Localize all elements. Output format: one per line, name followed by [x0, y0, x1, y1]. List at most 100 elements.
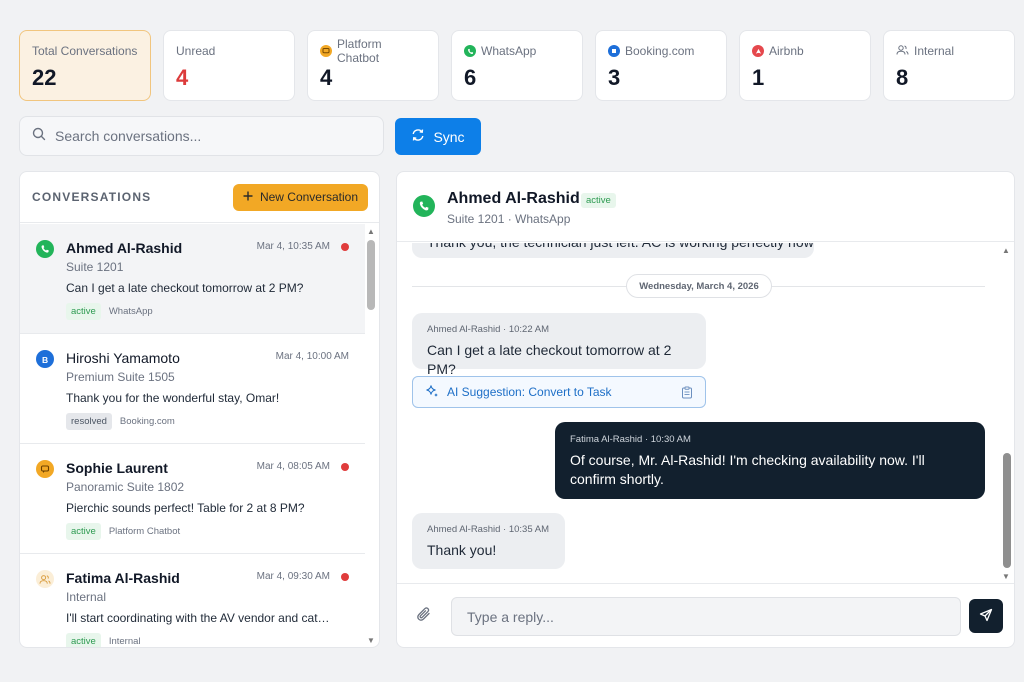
- message-text: Of course, Mr. Al-Rashid! I'm checking a…: [570, 452, 925, 487]
- search-icon: [32, 127, 46, 146]
- plus-icon: [243, 190, 253, 204]
- message-bubble: Ahmed Al-Rashid · 10:22 AM Can I get a l…: [412, 313, 706, 377]
- message-meta: Fatima Al-Rashid · 10:30 AM: [570, 434, 691, 445]
- conversation-time: Mar 4, 08:05 AM: [256, 461, 330, 472]
- status-badge: active: [66, 303, 101, 320]
- stat-card-unread[interactable]: Unread 4: [163, 30, 295, 101]
- whatsapp-icon: [36, 240, 54, 258]
- message-thread: Thank you, the technician just left. AC …: [397, 243, 1001, 583]
- message-text: Can I get a late checkout tomorrow at 2 …: [427, 342, 672, 377]
- conversation-unit: Premium Suite 1505: [66, 370, 175, 384]
- conversation-unit: Suite 1201: [66, 260, 124, 274]
- stat-card-airbnb[interactable]: Airbnb 1: [739, 30, 871, 101]
- stat-value: 4: [320, 65, 333, 90]
- scrollbar-thumb[interactable]: [1003, 453, 1011, 568]
- whatsapp-icon: [464, 45, 476, 57]
- ai-suggestion-button[interactable]: AI Suggestion: Convert to Task: [412, 376, 706, 408]
- chatbot-icon: [36, 460, 54, 478]
- sync-label: Sync: [433, 128, 465, 145]
- scrollbar-thumb[interactable]: [367, 240, 375, 310]
- stat-value: 6: [464, 65, 477, 90]
- chatbot-icon: [320, 45, 332, 57]
- stat-card-platform-chatbot[interactable]: Platform Chatbot 4: [307, 30, 439, 101]
- paperclip-icon[interactable]: [416, 606, 432, 627]
- new-conversation-label: New Conversation: [259, 190, 358, 204]
- scroll-up-icon[interactable]: ▲: [1002, 246, 1010, 255]
- internal-users-icon: [36, 570, 54, 588]
- stat-label: Platform Chatbot: [337, 37, 382, 65]
- sync-button[interactable]: Sync: [395, 118, 481, 155]
- stat-value: 3: [608, 65, 621, 90]
- ai-suggestion-label: AI Suggestion: Convert to Task: [447, 385, 612, 399]
- conversation-preview: I'll start coordinating with the AV vend…: [66, 611, 336, 625]
- chat-subtitle: Suite 1201 · WhatsApp: [447, 212, 571, 226]
- unread-dot: [341, 243, 349, 251]
- conversations-header: CONVERSATIONS New Conversation: [20, 172, 379, 223]
- sync-icon: [411, 128, 425, 145]
- clipboard-icon[interactable]: [681, 386, 693, 402]
- message-bubble-outgoing: Fatima Al-Rashid · 10:30 AM Of course, M…: [555, 422, 985, 499]
- conversation-item[interactable]: Fatima Al-Rashid Mar 4, 09:30 AM Interna…: [20, 554, 365, 647]
- send-icon: [979, 608, 993, 625]
- conversation-preview: Thank you for the wonderful stay, Omar!: [66, 391, 280, 405]
- conversation-time: Mar 4, 09:30 AM: [256, 571, 330, 582]
- reply-input[interactable]: [451, 597, 961, 636]
- status-badge: active: [66, 633, 101, 647]
- chat-panel: Ahmed Al-Rashid active Suite 1201 · What…: [396, 171, 1015, 648]
- message-meta: Ahmed Al-Rashid · 10:35 AM: [427, 524, 549, 535]
- reply-composer: [397, 583, 1014, 647]
- stat-card-internal[interactable]: Internal 8: [883, 30, 1015, 101]
- stat-label: Total Conversations: [32, 44, 138, 58]
- stat-label: Internal: [914, 44, 955, 58]
- stat-value: 8: [896, 65, 909, 90]
- status-badge: resolved: [66, 413, 112, 430]
- stat-value: 22: [32, 65, 57, 90]
- scroll-down-icon[interactable]: ▼: [367, 636, 375, 645]
- svg-text:B: B: [42, 355, 48, 364]
- conversation-unit: Panoramic Suite 1802: [66, 480, 185, 494]
- airbnb-icon: [752, 45, 764, 57]
- conversations-panel: CONVERSATIONS New Conversation Ahmed Al-…: [19, 171, 380, 648]
- unread-dot: [341, 573, 349, 581]
- message-text: Thank you, the technician just left. AC …: [427, 243, 814, 252]
- chat-contact-name: Ahmed Al-Rashid: [447, 190, 580, 207]
- send-button[interactable]: [969, 599, 1003, 633]
- stat-card-total[interactable]: Total Conversations 22: [19, 30, 151, 101]
- booking-icon: [608, 45, 620, 57]
- scroll-down-icon[interactable]: ▼: [1002, 572, 1010, 581]
- internal-users-icon: [896, 44, 909, 59]
- conversation-item[interactable]: B Hiroshi Yamamoto Mar 4, 10:00 AM Premi…: [20, 334, 365, 444]
- search-bar: [19, 116, 384, 156]
- stat-label: Unread: [176, 44, 216, 58]
- stat-value: 1: [752, 65, 765, 90]
- stat-label: WhatsApp: [481, 44, 537, 58]
- conversation-list: Ahmed Al-Rashid Mar 4, 10:35 AM Suite 12…: [20, 224, 365, 647]
- stat-label: Airbnb: [769, 44, 804, 58]
- message-bubble: Ahmed Al-Rashid · 10:35 AM Thank you!: [412, 513, 565, 569]
- stats-bar: Total Conversations 22 Unread 4 Platform…: [19, 30, 1015, 101]
- booking-icon: B: [36, 350, 54, 368]
- status-badge: active: [66, 523, 101, 540]
- search-input[interactable]: [55, 128, 355, 144]
- message-scrollbar[interactable]: ▲ ▼: [999, 243, 1014, 583]
- conversation-item[interactable]: Sophie Laurent Mar 4, 08:05 AM Panoramic…: [20, 444, 365, 554]
- sparkle-icon: [425, 384, 439, 401]
- channel-label: Internal: [108, 636, 141, 647]
- conversation-unit: Internal: [66, 590, 107, 604]
- conversation-preview: Can I get a late checkout tomorrow at 2 …: [66, 281, 304, 295]
- new-conversation-button[interactable]: New Conversation: [232, 183, 368, 211]
- conversations-title: CONVERSATIONS: [32, 190, 152, 204]
- channel-label: Booking.com: [119, 416, 175, 427]
- conversation-time: Mar 4, 10:35 AM: [256, 241, 330, 252]
- channel-label: WhatsApp: [108, 306, 153, 317]
- scroll-up-icon[interactable]: ▲: [367, 227, 375, 236]
- conversation-preview: Pierchic sounds perfect! Table for 2 at …: [66, 501, 305, 515]
- stat-card-whatsapp[interactable]: WhatsApp 6: [451, 30, 583, 101]
- conversation-time: Mar 4, 10:00 AM: [275, 351, 349, 362]
- conversation-scrollbar[interactable]: ▲ ▼: [364, 224, 379, 647]
- message-meta: Ahmed Al-Rashid · 10:22 AM: [427, 324, 549, 335]
- channel-label: Platform Chatbot: [108, 526, 181, 537]
- conversation-item[interactable]: Ahmed Al-Rashid Mar 4, 10:35 AM Suite 12…: [20, 224, 365, 334]
- stat-card-booking[interactable]: Booking.com 3: [595, 30, 727, 101]
- stat-label: Booking.com: [625, 44, 695, 58]
